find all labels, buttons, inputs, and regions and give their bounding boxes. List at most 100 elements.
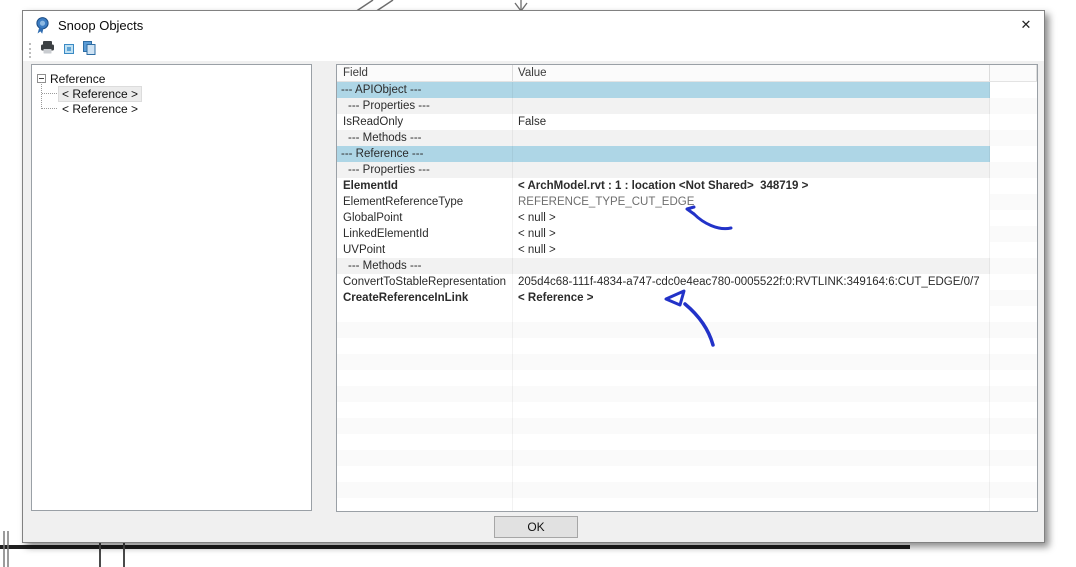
- value-cell: [513, 482, 990, 498]
- spacer-cell: [990, 274, 1037, 290]
- snoop-logo-icon: [36, 16, 49, 34]
- tree-item-label: < Reference >: [62, 101, 139, 116]
- spacer-cell: [990, 482, 1037, 498]
- table-row[interactable]: ElementId < ArchModel.rvt : 1 : location …: [337, 178, 1037, 194]
- value-cell: [513, 370, 990, 386]
- table-row[interactable]: UVPoint < null >: [337, 242, 1037, 258]
- value-cell: [513, 130, 990, 146]
- value-cell: [513, 386, 990, 402]
- spacer-cell: [990, 306, 1037, 322]
- empty-table-row: [337, 482, 1037, 498]
- spacer-cell: [990, 194, 1037, 210]
- spacer-cell: [990, 146, 1037, 162]
- spacer-cell: [990, 226, 1037, 242]
- field-cell: --- Properties ---: [337, 98, 513, 114]
- value-cell: [513, 162, 990, 178]
- tree-connector: [42, 93, 57, 94]
- value-cell: < ArchModel.rvt : 1 : location <Not Shar…: [513, 178, 990, 194]
- window-title: Snoop Objects: [58, 17, 144, 33]
- spacer-cell: [990, 418, 1037, 434]
- close-icon[interactable]: ✕: [1014, 14, 1038, 36]
- column-header-value[interactable]: Value: [513, 65, 990, 81]
- empty-table-row: [337, 466, 1037, 482]
- title-bar[interactable]: Snoop Objects ✕: [23, 11, 1044, 39]
- spacer-cell: [990, 402, 1037, 418]
- empty-table-row: [337, 306, 1037, 322]
- table-row[interactable]: ElementReferenceType REFERENCE_TYPE_CUT_E…: [337, 194, 1037, 210]
- empty-table-row: [337, 322, 1037, 338]
- spacer-cell: [990, 370, 1037, 386]
- table-row[interactable]: --- APIObject ---: [337, 82, 1037, 98]
- field-cell: ElementReferenceType: [337, 194, 513, 210]
- spacer-cell: [990, 498, 1037, 511]
- table-row[interactable]: GlobalPoint < null >: [337, 210, 1037, 226]
- field-cell: --- APIObject ---: [337, 82, 513, 98]
- value-cell: [513, 306, 990, 322]
- value-cell: [513, 322, 990, 338]
- field-cell: UVPoint: [337, 242, 513, 258]
- value-cell: False: [513, 114, 990, 130]
- toolbar: [23, 39, 1044, 61]
- spacer-cell: [990, 322, 1037, 338]
- tree-item-reference[interactable]: < Reference >: [59, 101, 141, 116]
- table-row[interactable]: --- Methods ---: [337, 258, 1037, 274]
- field-cell: --- Reference ---: [337, 146, 513, 162]
- field-cell: [337, 322, 513, 338]
- empty-table-row: [337, 338, 1037, 354]
- spacer-cell: [990, 130, 1037, 146]
- value-cell: [513, 434, 990, 450]
- empty-table-row: [337, 498, 1037, 511]
- field-cell: --- Properties ---: [337, 162, 513, 178]
- value-cell: [513, 450, 990, 466]
- toolbar-grip[interactable]: [29, 42, 31, 58]
- field-cell: [337, 370, 513, 386]
- print-preview-icon[interactable]: [64, 41, 74, 59]
- field-cell: [337, 402, 513, 418]
- field-cell: [337, 466, 513, 482]
- field-cell: [337, 434, 513, 450]
- value-cell: < null >: [513, 242, 990, 258]
- spacer-cell: [990, 258, 1037, 274]
- tree-item-reference[interactable]: < Reference >: [57, 85, 143, 102]
- value-cell: [513, 98, 990, 114]
- spacer-cell: [990, 338, 1037, 354]
- field-cell: [337, 338, 513, 354]
- table-row[interactable]: --- Reference ---: [337, 146, 1037, 162]
- value-cell: [513, 338, 990, 354]
- tree-connector: [42, 108, 57, 109]
- value-cell: < null >: [513, 226, 990, 242]
- value-cell: [513, 418, 990, 434]
- spacer-cell: [990, 290, 1037, 306]
- empty-table-row: [337, 354, 1037, 370]
- field-cell: [337, 386, 513, 402]
- value-cell: 205d4c68-111f-4834-a747-cdc0e4eac780-000…: [513, 274, 990, 290]
- table-row[interactable]: --- Properties ---: [337, 162, 1037, 178]
- empty-table-row: [337, 434, 1037, 450]
- value-cell: REFERENCE_TYPE_CUT_EDGE: [513, 194, 990, 210]
- reference-tree: Reference < Reference > < Reference >: [31, 64, 312, 511]
- value-cell: [513, 354, 990, 370]
- field-cell: [337, 482, 513, 498]
- spacer-cell: [990, 386, 1037, 402]
- field-cell: GlobalPoint: [337, 210, 513, 226]
- table-row[interactable]: ConvertToStableRepresentation 205d4c68-11…: [337, 274, 1037, 290]
- print-icon[interactable]: [40, 41, 55, 59]
- table-row[interactable]: IsReadOnly False: [337, 114, 1037, 130]
- field-cell: [337, 450, 513, 466]
- spacer-cell: [990, 450, 1037, 466]
- tree-connector: [41, 82, 42, 109]
- ok-button[interactable]: OK: [494, 516, 578, 538]
- tree-root[interactable]: Reference: [37, 71, 105, 86]
- table-row[interactable]: CreateReferenceInLink < Reference >: [337, 290, 1037, 306]
- column-header-field[interactable]: Field: [337, 65, 513, 81]
- value-cell: [513, 146, 990, 162]
- copy-icon[interactable]: [83, 40, 96, 60]
- spacer-cell: [990, 178, 1037, 194]
- field-cell: [337, 498, 513, 511]
- spacer-cell: [990, 434, 1037, 450]
- table-row[interactable]: --- Properties ---: [337, 98, 1037, 114]
- table-row[interactable]: LinkedElementId < null >: [337, 226, 1037, 242]
- table-row[interactable]: --- Methods ---: [337, 130, 1037, 146]
- value-cell: [513, 402, 990, 418]
- spacer-cell: [990, 242, 1037, 258]
